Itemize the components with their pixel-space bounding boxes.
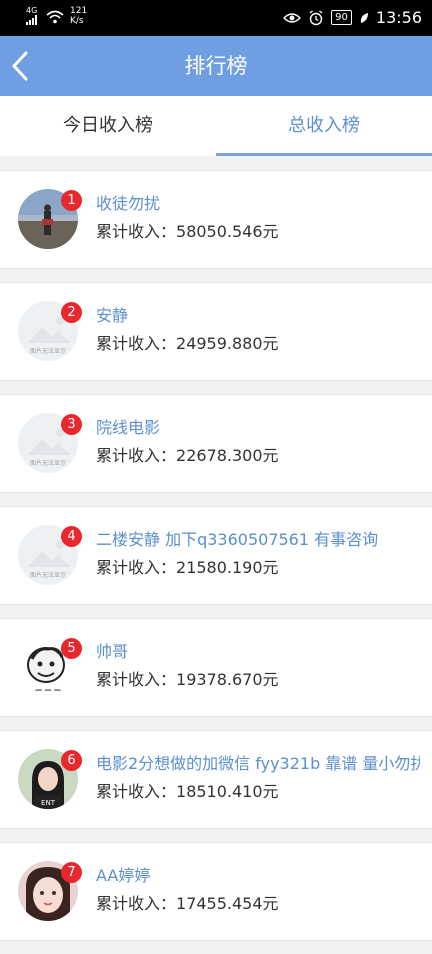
alarm-icon [309, 9, 323, 25]
income-value: 19378.670元 [176, 670, 279, 689]
income-value: 22678.300元 [176, 446, 279, 465]
income-line: 累计收入：19378.670元 [96, 669, 279, 691]
income-label: 累计收入： [96, 222, 177, 241]
rank-badge: 2 [61, 302, 82, 323]
tab-bar: 今日收入榜 总收入榜 [0, 96, 432, 156]
income-label: 累计收入： [96, 558, 177, 577]
svg-text:图片无法显示: 图片无法显示 [30, 347, 66, 355]
eye-icon [283, 12, 302, 23]
user-name: 安静 [96, 306, 129, 325]
rank-badge: 7 [61, 862, 82, 883]
income-label: 累计收入： [96, 334, 177, 353]
user-name: 收徒勿扰 [96, 194, 161, 213]
ranking-item[interactable]: 图片无法显示 3 院线电影累计收入：22678.300元 [0, 394, 432, 493]
ranking-item[interactable]: ENT 6 电影2分想做的加微信 fyy321b 靠谱 量小勿扰 累计收入：18510… [0, 730, 432, 829]
income-label: 累计收入： [96, 670, 177, 689]
net-speed-unit: K/s [70, 16, 84, 26]
battery-indicator: 90 [331, 10, 352, 25]
clock: 13:56 [375, 8, 422, 27]
rank-badge: 4 [61, 526, 82, 547]
ranking-item[interactable]: 图片无法显示 4 二楼安静 加下q3360507561 有事咨询 累计收入：21580… [0, 506, 432, 605]
income-label: 累计收入： [96, 446, 177, 465]
status-right: 90 13:56 [283, 8, 422, 27]
user-name: 院线电影 [96, 418, 161, 437]
income-line: 累计收入：21580.190元 [96, 557, 279, 579]
svg-text:图片无法显示: 图片无法显示 [30, 571, 66, 579]
rank-badge: 5 [61, 638, 82, 659]
income-value: 18510.410元 [176, 782, 279, 801]
ranking-list: 1 收徒勿扰 累计收入：58050.546元 图片无法显示 2 安静 累计收入：24959.… [0, 170, 432, 954]
app-header: 排行榜 [0, 36, 432, 96]
network-type: 4G [26, 6, 38, 15]
income-value: 21580.190元 [176, 558, 279, 577]
tab-total-income[interactable]: 总收入榜 [216, 96, 432, 156]
income-value: 24959.880元 [176, 334, 279, 353]
income-line: 累计收入：22678.300元 [96, 445, 279, 467]
income-value: 17455.454元 [176, 894, 279, 913]
svg-text:图片无法显示: 图片无法显示 [30, 459, 66, 467]
tab-today-income[interactable]: 今日收入榜 [0, 96, 216, 156]
wifi-icon [46, 10, 64, 24]
income-label: 累计收入： [96, 782, 177, 801]
income-line: 累计收入：58050.546元 [96, 221, 279, 243]
svg-text:ENT: ENT [41, 799, 56, 807]
status-bar: 4G 121 K/s 90 13:56 [0, 0, 432, 36]
ranking-item[interactable]: — — — 5 帅哥累计收入：19378.670元 [0, 618, 432, 717]
user-name: 二楼安静 加下q3360507561 有事咨询 [96, 530, 379, 549]
page-title: 排行榜 [184, 54, 248, 78]
user-name: 电影2分想做的加微信 fyy321b 靠谱 量小勿扰 [96, 754, 420, 773]
net-speed: 121 K/s [70, 6, 87, 26]
ranking-item[interactable]: 7 AA婷婷累计收入：17455.454元 [0, 842, 432, 941]
signal-icon [26, 15, 37, 25]
status-left: 4G 121 K/s [26, 6, 87, 26]
income-line: 累计收入：24959.880元 [96, 333, 279, 355]
income-line: 累计收入：18510.410元 [96, 781, 279, 803]
ranking-item[interactable]: 1 收徒勿扰累计收入：58050.546元 [0, 170, 432, 269]
user-name: AA婷婷 [96, 866, 151, 885]
income-value: 58050.546元 [176, 222, 279, 241]
ranking-item[interactable]: 图片无法显示 2 安静累计收入：24959.880元 [0, 282, 432, 381]
svg-text:— — —: — — — [35, 686, 61, 694]
rank-badge: 6 [61, 750, 82, 771]
user-name: 帅哥 [96, 642, 129, 661]
rank-badge: 1 [61, 190, 82, 211]
network-indicator: 4G [26, 6, 40, 25]
income-label: 累计收入： [96, 894, 177, 913]
rank-badge: 3 [61, 414, 82, 435]
net-speed-value: 121 [70, 6, 88, 16]
leaf-icon [360, 12, 368, 23]
